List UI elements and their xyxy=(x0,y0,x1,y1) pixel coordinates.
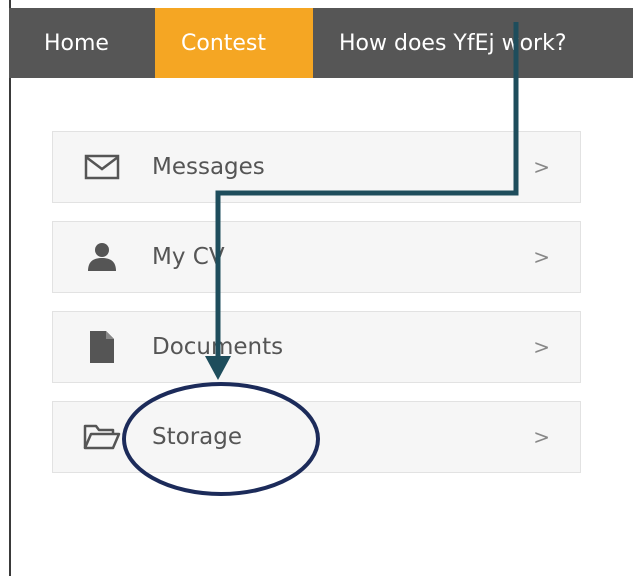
top-navbar: Home Contest How does YfEj work? xyxy=(9,8,633,78)
menu-item-label: Documents xyxy=(152,334,284,360)
chevron-right-icon: > xyxy=(533,425,550,449)
nav-how-label: How does YfEj work? xyxy=(339,30,567,56)
chevron-right-icon: > xyxy=(533,155,550,179)
nav-home-label: Home xyxy=(44,30,109,56)
chevron-right-icon: > xyxy=(533,335,550,359)
menu-item-storage[interactable]: Storage > xyxy=(52,401,581,473)
nav-how-it-works[interactable]: How does YfEj work? xyxy=(313,8,567,78)
folder-open-icon xyxy=(82,419,122,455)
menu-item-label: Storage xyxy=(152,424,242,450)
menu-item-documents[interactable]: Documents > xyxy=(52,311,581,383)
menu-item-label: Messages xyxy=(152,154,265,180)
envelope-icon xyxy=(82,149,122,185)
menu-item-messages[interactable]: Messages > xyxy=(52,131,581,203)
nav-contest-label: Contest xyxy=(181,30,267,56)
nav-home[interactable]: Home xyxy=(9,8,155,78)
chevron-right-icon: > xyxy=(533,245,550,269)
menu-item-my-cv[interactable]: My CV > xyxy=(52,221,581,293)
user-icon xyxy=(82,239,122,275)
document-icon xyxy=(82,329,122,365)
nav-contest[interactable]: Contest xyxy=(155,8,313,78)
menu-item-label: My CV xyxy=(152,244,225,270)
